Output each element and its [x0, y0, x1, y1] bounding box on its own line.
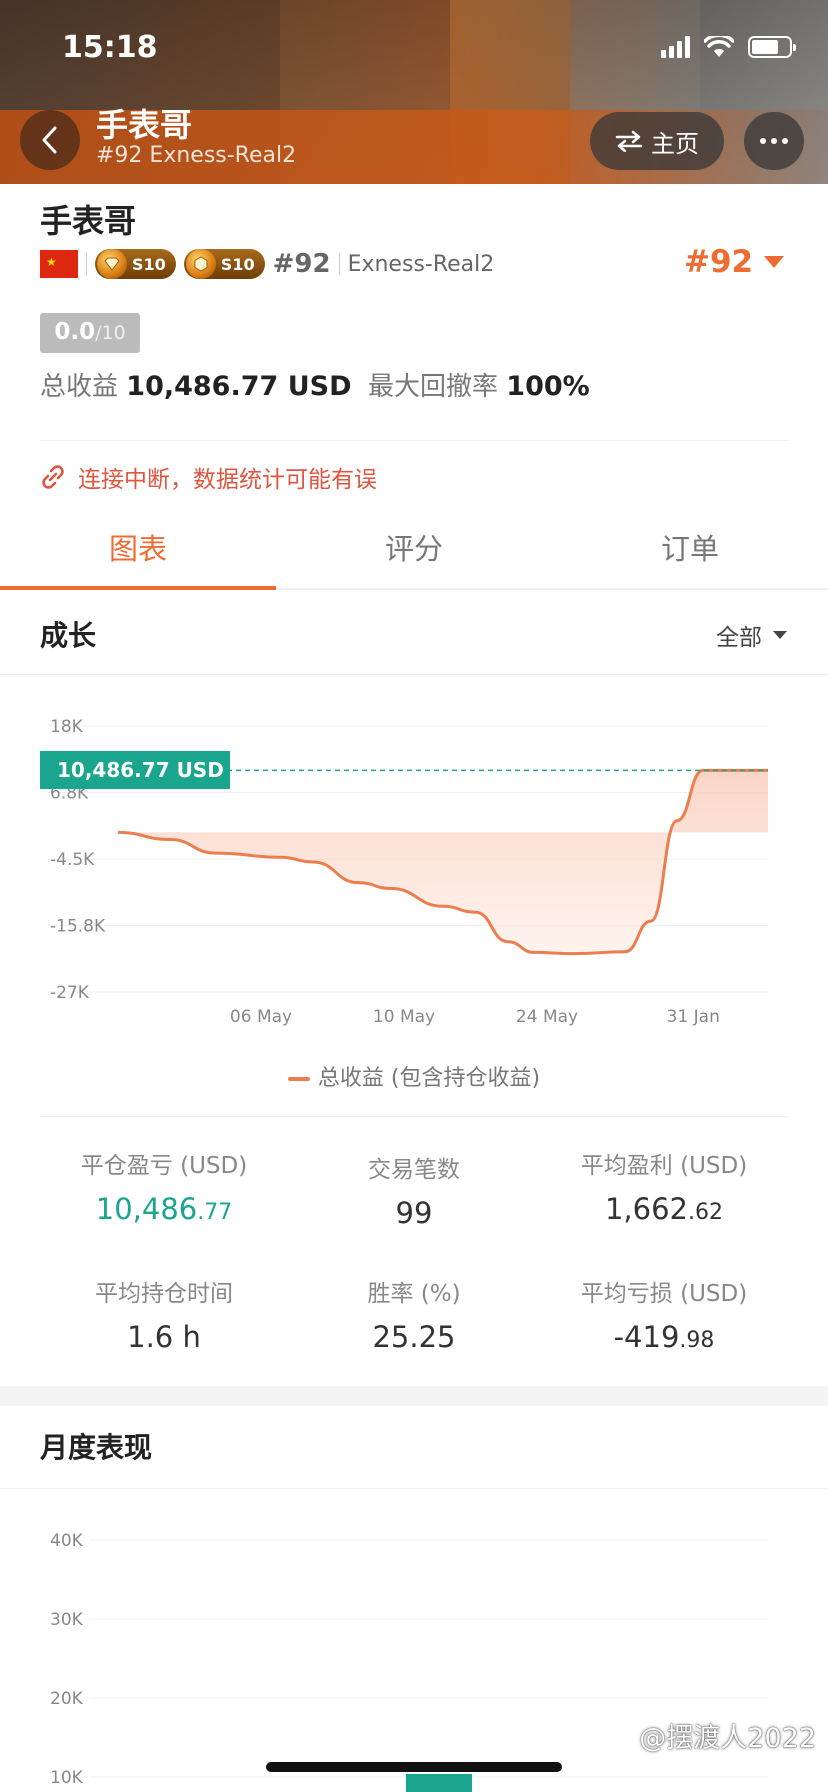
total-profit-value: 10,486.77 USD	[126, 371, 352, 402]
rank-selector[interactable]: #92	[684, 244, 785, 280]
back-button[interactable]	[20, 110, 80, 170]
more-button[interactable]	[744, 112, 804, 170]
stat-avg-loss: 平均亏损 (USD) -419.98	[580, 1281, 748, 1354]
growth-title: 成长	[40, 619, 97, 652]
home-button-label: 主页	[651, 129, 699, 158]
more-dots-icon	[760, 138, 788, 144]
y-tick-label: 20K	[50, 1689, 84, 1709]
y-tick-label: -15.8K	[50, 917, 106, 937]
x-tick-label: 10 May	[373, 1007, 435, 1027]
stat-trade-count: 交易笔数 99	[368, 1157, 460, 1230]
gem-icon	[97, 249, 127, 279]
current-value-tag: 10,486.77 USD	[40, 751, 230, 790]
season-badge[interactable]: S10	[183, 249, 265, 279]
tab-orders[interactable]: 订单	[552, 515, 828, 588]
y-tick-label: -27K	[50, 983, 90, 1003]
chart-legend[interactable]: 总收益 (包含持仓收益)	[0, 1060, 828, 1092]
x-tick-label: 06 May	[230, 1007, 292, 1027]
header-subtitle: #92 Exness-Real2	[96, 143, 297, 168]
battery-icon	[748, 36, 796, 58]
home-button[interactable]: 主页	[590, 112, 724, 170]
watermark: @摆渡人2022	[639, 1723, 816, 1754]
trader-name: 手表哥	[40, 202, 137, 240]
profit-summary: 总收益 10,486.77 USD 最大回撤率 100%	[40, 371, 590, 402]
server-name: Exness-Real2	[347, 251, 495, 277]
y-tick-label: 30K	[50, 1610, 84, 1630]
chevron-left-icon	[42, 126, 57, 154]
wifi-icon	[704, 36, 734, 57]
rank-inline: #92	[272, 249, 331, 279]
status-time: 15:18	[62, 30, 158, 65]
stat-win-rate: 胜率 (%) 25.25	[367, 1281, 461, 1354]
monthly-title: 月度表现	[40, 1431, 153, 1464]
trader-badges: ★ S10 S10 #92 Exness-Real2	[40, 246, 494, 282]
broken-link-icon	[42, 465, 64, 489]
stat-avg-profit: 平均盈利 (USD) 1,662.62	[580, 1153, 748, 1226]
content-tabs: 图表 评分 订单	[0, 515, 828, 590]
china-flag-icon: ★	[40, 250, 78, 278]
stat-avg-hold-time: 平均持仓时间 1.6 h	[95, 1281, 233, 1354]
growth-chart: 18K6.8K-4.5K-15.8K-27K 06 May 10 May 24 Ma…	[48, 717, 768, 1027]
range-selector[interactable]: 全部	[716, 618, 788, 652]
cellular-signal-icon	[661, 36, 690, 58]
tab-chart[interactable]: 图表	[0, 515, 276, 590]
status-icons	[661, 36, 796, 58]
max-drawdown-value: 100%	[506, 371, 590, 402]
y-tick-label: 10K	[50, 1768, 84, 1788]
hexagon-icon	[185, 249, 216, 279]
rating-score: 0.0 /10	[40, 313, 140, 353]
header-title: 手表哥	[96, 106, 193, 144]
connection-warning: 连接中断，数据统计可能有误	[40, 460, 377, 494]
swap-icon	[615, 130, 643, 152]
tab-rating[interactable]: 评分	[276, 515, 552, 588]
monthly-bar	[406, 1774, 472, 1792]
series-area	[118, 770, 768, 954]
y-tick-label: 18K	[50, 717, 84, 737]
legend-swatch	[287, 1077, 310, 1081]
x-tick-label: 31 Jan	[667, 1007, 720, 1027]
y-tick-label: 40K	[50, 1531, 84, 1551]
season-badge[interactable]: S10	[95, 249, 176, 279]
x-tick-label: 24 May	[516, 1007, 578, 1027]
y-tick-label: -4.5K	[50, 850, 95, 870]
home-indicator[interactable]	[266, 1762, 562, 1772]
caret-down-icon	[773, 631, 787, 639]
caret-down-icon	[764, 256, 785, 268]
stat-closed-pnl: 平仓盈亏 (USD) 10,486.77	[80, 1153, 248, 1226]
